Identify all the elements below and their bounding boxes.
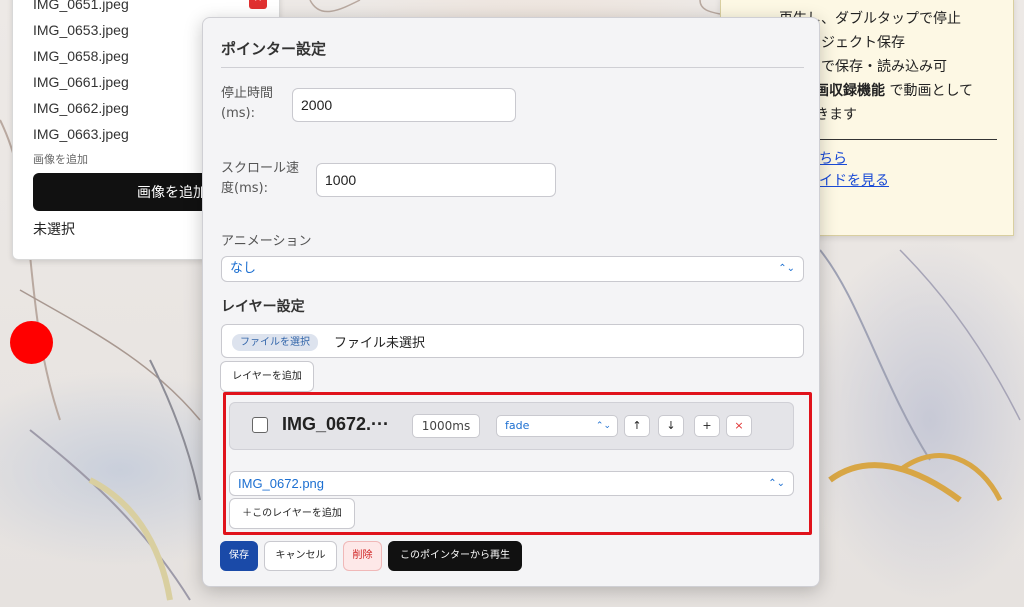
help-divider	[819, 139, 997, 140]
play-from-pointer-button[interactable]: このポインターから再生	[388, 541, 522, 571]
animation-select-value: なし	[230, 261, 257, 276]
delete-button[interactable]: 削除	[343, 541, 382, 571]
layer-image-select[interactable]: IMG_0672.png ⌃⌄	[229, 471, 794, 496]
move-up-button[interactable]: ↑	[624, 415, 650, 437]
save-button[interactable]: 保存	[220, 541, 258, 571]
add-button[interactable]: +	[694, 415, 720, 437]
scroll-speed-input[interactable]: 1000	[316, 163, 556, 197]
layer-checkbox[interactable]	[252, 417, 268, 433]
layer-animation-select[interactable]: fade ⌃⌄	[496, 415, 618, 437]
title-divider	[221, 67, 804, 68]
pointer-settings-dialog: ポインター設定 停止時間(ms): 2000 スクロール速度(ms): 1000…	[202, 17, 820, 587]
choose-file-button[interactable]: ファイルを選択	[232, 334, 318, 351]
move-down-button[interactable]: ↓	[658, 415, 684, 437]
arrow-up-icon: ↑	[632, 419, 642, 432]
scroll-speed-label: スクロール速度(ms):	[221, 161, 300, 196]
help-bold-text: 画収録機能	[815, 83, 885, 99]
layer-name: IMG_0672.···	[282, 414, 390, 434]
file-status: ファイル未選択	[334, 336, 426, 351]
delete-layer-button[interactable]: ×	[726, 415, 752, 437]
help-text: で動画として	[885, 83, 974, 99]
list-item[interactable]: IMG_0651.jpeg	[33, 0, 279, 17]
add-layer-button[interactable]: レイヤーを追加	[220, 361, 314, 392]
stop-time-label: 停止時間(ms):	[221, 86, 274, 121]
layer-image-value: IMG_0672.png	[238, 476, 325, 491]
chevron-updown-icon: ⌃⌄	[768, 478, 785, 489]
animation-label: アニメーション	[221, 234, 312, 249]
layer-section-title: レイヤー設定	[221, 299, 305, 315]
dialog-title: ポインター設定	[221, 40, 327, 58]
layer-row: IMG_0672.··· 1000ms fade ⌃⌄ ↑ ↓ + ×	[229, 402, 794, 450]
close-icon: ×	[734, 419, 744, 432]
pointer-marker[interactable]	[10, 321, 53, 364]
layer-duration-input[interactable]: 1000ms	[412, 414, 480, 438]
animation-select[interactable]: なし ⌃⌄	[221, 256, 804, 282]
file-picker[interactable]: ファイルを選択 ファイル未選択	[221, 324, 804, 358]
chevron-updown-icon: ⌃⌄	[595, 421, 611, 431]
chevron-updown-icon: ⌃⌄	[778, 263, 795, 274]
add-to-layer-button[interactable]: ＋このレイヤーを追加	[229, 498, 355, 529]
delete-image-icon[interactable]: ×	[249, 0, 267, 9]
stop-time-input[interactable]: 2000	[292, 88, 516, 122]
plus-icon: +	[702, 419, 712, 432]
cancel-button[interactable]: キャンセル	[264, 541, 337, 571]
layer-animation-value: fade	[505, 419, 530, 432]
arrow-down-icon: ↓	[666, 419, 676, 432]
